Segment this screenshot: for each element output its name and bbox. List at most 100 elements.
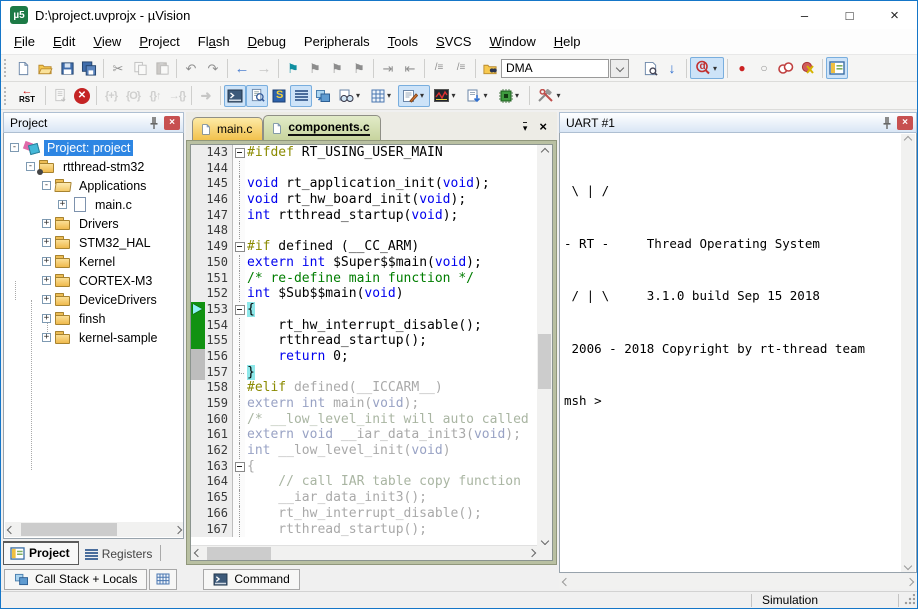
code-line-167[interactable]: 167 rtthread_startup(); xyxy=(191,522,539,538)
tree-expander[interactable]: + xyxy=(42,333,51,342)
code-text[interactable]: int __low_level_init(void) xyxy=(245,443,451,459)
close-editor-button[interactable]: × xyxy=(539,119,547,134)
tree-item-stm32-hal[interactable]: +STM32_HAL xyxy=(4,233,183,252)
show-next-statement-button[interactable]: ➜ xyxy=(195,85,217,107)
code-text[interactable]: { xyxy=(245,302,255,318)
code-line-144[interactable]: 144 xyxy=(191,161,539,177)
tab-components-c[interactable]: components.c xyxy=(263,115,380,140)
run-to-cursor-button[interactable]: →{} xyxy=(166,85,188,107)
fold-collapse-icon[interactable] xyxy=(232,239,245,255)
redo-button[interactable]: ↷ xyxy=(202,57,224,79)
scroll-left-icon[interactable] xyxy=(194,549,202,557)
tab-command[interactable]: Command xyxy=(203,569,299,590)
code-text[interactable]: return 0; xyxy=(245,349,349,365)
step-over-button[interactable]: {O} xyxy=(122,85,144,107)
comment-button[interactable]: /≡ xyxy=(428,57,450,79)
scroll-right-icon[interactable] xyxy=(906,577,914,585)
code-line-164[interactable]: 164 // call IAR table copy function xyxy=(191,474,539,490)
scroll-down-icon[interactable] xyxy=(904,562,912,570)
tab-memory-window[interactable] xyxy=(149,569,177,590)
minimize-button[interactable]: – xyxy=(782,1,827,29)
toolbox-button[interactable]: ▾ xyxy=(533,85,567,107)
scrollbar-thumb[interactable] xyxy=(207,547,271,560)
editor-hscrollbar[interactable] xyxy=(191,545,539,560)
code-line-165[interactable]: 165 __iar_data_init3(); xyxy=(191,490,539,506)
system-viewer-button[interactable]: ▾ xyxy=(494,85,526,107)
tree-item-kernel-sample[interactable]: +kernel-sample xyxy=(4,328,183,347)
tab-main-c[interactable]: main.c xyxy=(192,117,263,140)
start-stop-debug-button[interactable]: d ▾ xyxy=(690,57,724,79)
code-line-152[interactable]: 152int $Sub$$main(void) xyxy=(191,286,539,302)
code-text[interactable]: } xyxy=(245,365,255,381)
code-line-150[interactable]: 150extern int $Super$$main(void); xyxy=(191,255,539,271)
tab-call-stack-locals[interactable]: Call Stack + Locals xyxy=(4,569,147,590)
code-text[interactable]: void rt_application_init(void); xyxy=(245,176,490,192)
tree-expander[interactable]: + xyxy=(58,200,67,209)
insert-bookmark-button[interactable]: ⚑ xyxy=(282,57,304,79)
unindent-button[interactable]: ⇤ xyxy=(399,57,421,79)
new-file-button[interactable] xyxy=(12,57,34,79)
close-button[interactable]: × xyxy=(872,1,917,29)
code-text[interactable]: extern void __iar_data_init3(void); xyxy=(245,427,521,443)
code-line-145[interactable]: 145void rt_application_init(void); xyxy=(191,176,539,192)
memory-window-button[interactable]: ▾ xyxy=(366,85,398,107)
code-text[interactable]: rt_hw_interrupt_disable(); xyxy=(245,318,482,334)
maximize-button[interactable]: □ xyxy=(827,1,872,29)
tree-item-kernel[interactable]: +Kernel xyxy=(4,252,183,271)
reset-button[interactable]: ← RST xyxy=(12,84,42,108)
code-text[interactable]: __iar_data_init3(); xyxy=(245,490,427,506)
code-text[interactable]: extern int main(void); xyxy=(245,396,419,412)
code-line-162[interactable]: 162int __low_level_init(void) xyxy=(191,443,539,459)
code-line-143[interactable]: 143#ifdef RT_USING_USER_MAIN xyxy=(191,145,539,161)
code-text[interactable]: int rtthread_startup(void); xyxy=(245,208,458,224)
scroll-up-icon[interactable] xyxy=(904,136,912,144)
code-text[interactable]: int $Sub$$main(void) xyxy=(245,286,404,302)
code-text[interactable]: { xyxy=(245,459,255,475)
editor-vscrollbar[interactable] xyxy=(537,145,552,548)
serial-window-button[interactable]: ▾ xyxy=(398,85,430,107)
find-in-files-button[interactable] xyxy=(479,57,501,79)
menu-project[interactable]: Project xyxy=(130,30,188,53)
code-line-166[interactable]: 166 rt_hw_interrupt_disable(); xyxy=(191,506,539,522)
tree-expander[interactable]: + xyxy=(42,295,51,304)
resize-grip[interactable] xyxy=(903,594,915,606)
fold-collapse-icon[interactable] xyxy=(232,302,245,318)
fold-collapse-icon[interactable] xyxy=(232,459,245,475)
symbols-window-button[interactable]: S xyxy=(268,85,290,107)
tab-project[interactable]: Project xyxy=(3,541,79,565)
code-text[interactable]: rtthread_startup(); xyxy=(245,333,427,349)
toolbar-grip[interactable] xyxy=(4,59,9,77)
uart-panel-close-button[interactable]: × xyxy=(897,116,913,130)
code-text[interactable]: /* __low_level_init will auto called xyxy=(245,412,529,428)
code-line-155[interactable]: 155 rtthread_startup(); xyxy=(191,333,539,349)
tree-item-finsh[interactable]: +finsh xyxy=(4,309,183,328)
tree-expander[interactable]: + xyxy=(42,314,51,323)
menu-window[interactable]: Window xyxy=(480,30,544,53)
code-text[interactable]: rt_hw_interrupt_disable(); xyxy=(245,506,482,522)
scroll-left-icon[interactable] xyxy=(562,577,570,585)
fold-collapse-icon[interactable] xyxy=(232,145,245,161)
next-bookmark-button[interactable]: ⚑ xyxy=(304,57,326,79)
analysis-window-button[interactable]: ▾ xyxy=(430,85,462,107)
navigate-back-button[interactable]: ← xyxy=(231,57,253,79)
uart-hscrollbar[interactable] xyxy=(559,574,917,589)
kill-all-breakpoints-button[interactable] xyxy=(797,57,819,79)
navigate-forward-button[interactable]: → xyxy=(253,57,275,79)
step-out-button[interactable]: {}↑ xyxy=(144,85,166,107)
code-text[interactable]: /* re-define main function */ xyxy=(245,271,474,287)
tree-expander[interactable]: + xyxy=(42,276,51,285)
run-button[interactable] xyxy=(49,85,71,107)
scrollbar-thumb[interactable] xyxy=(538,334,551,389)
tree-item-main-c[interactable]: +main.c xyxy=(4,195,183,214)
code-line-149[interactable]: 149#if defined (__CC_ARM) xyxy=(191,239,539,255)
pin-icon[interactable] xyxy=(881,116,893,130)
clear-bookmarks-button[interactable]: ⚑ xyxy=(348,57,370,79)
menu-view[interactable]: View xyxy=(84,30,130,53)
menu-help[interactable]: Help xyxy=(545,30,590,53)
code-text[interactable]: #if defined (__CC_ARM) xyxy=(245,239,419,255)
code-text[interactable]: #ifdef RT_USING_USER_MAIN xyxy=(245,145,443,161)
code-line-157[interactable]: 157} xyxy=(191,365,539,381)
tree-expander[interactable]: + xyxy=(42,219,51,228)
tree-expander[interactable]: + xyxy=(42,257,51,266)
code-line-163[interactable]: 163{ xyxy=(191,459,539,475)
